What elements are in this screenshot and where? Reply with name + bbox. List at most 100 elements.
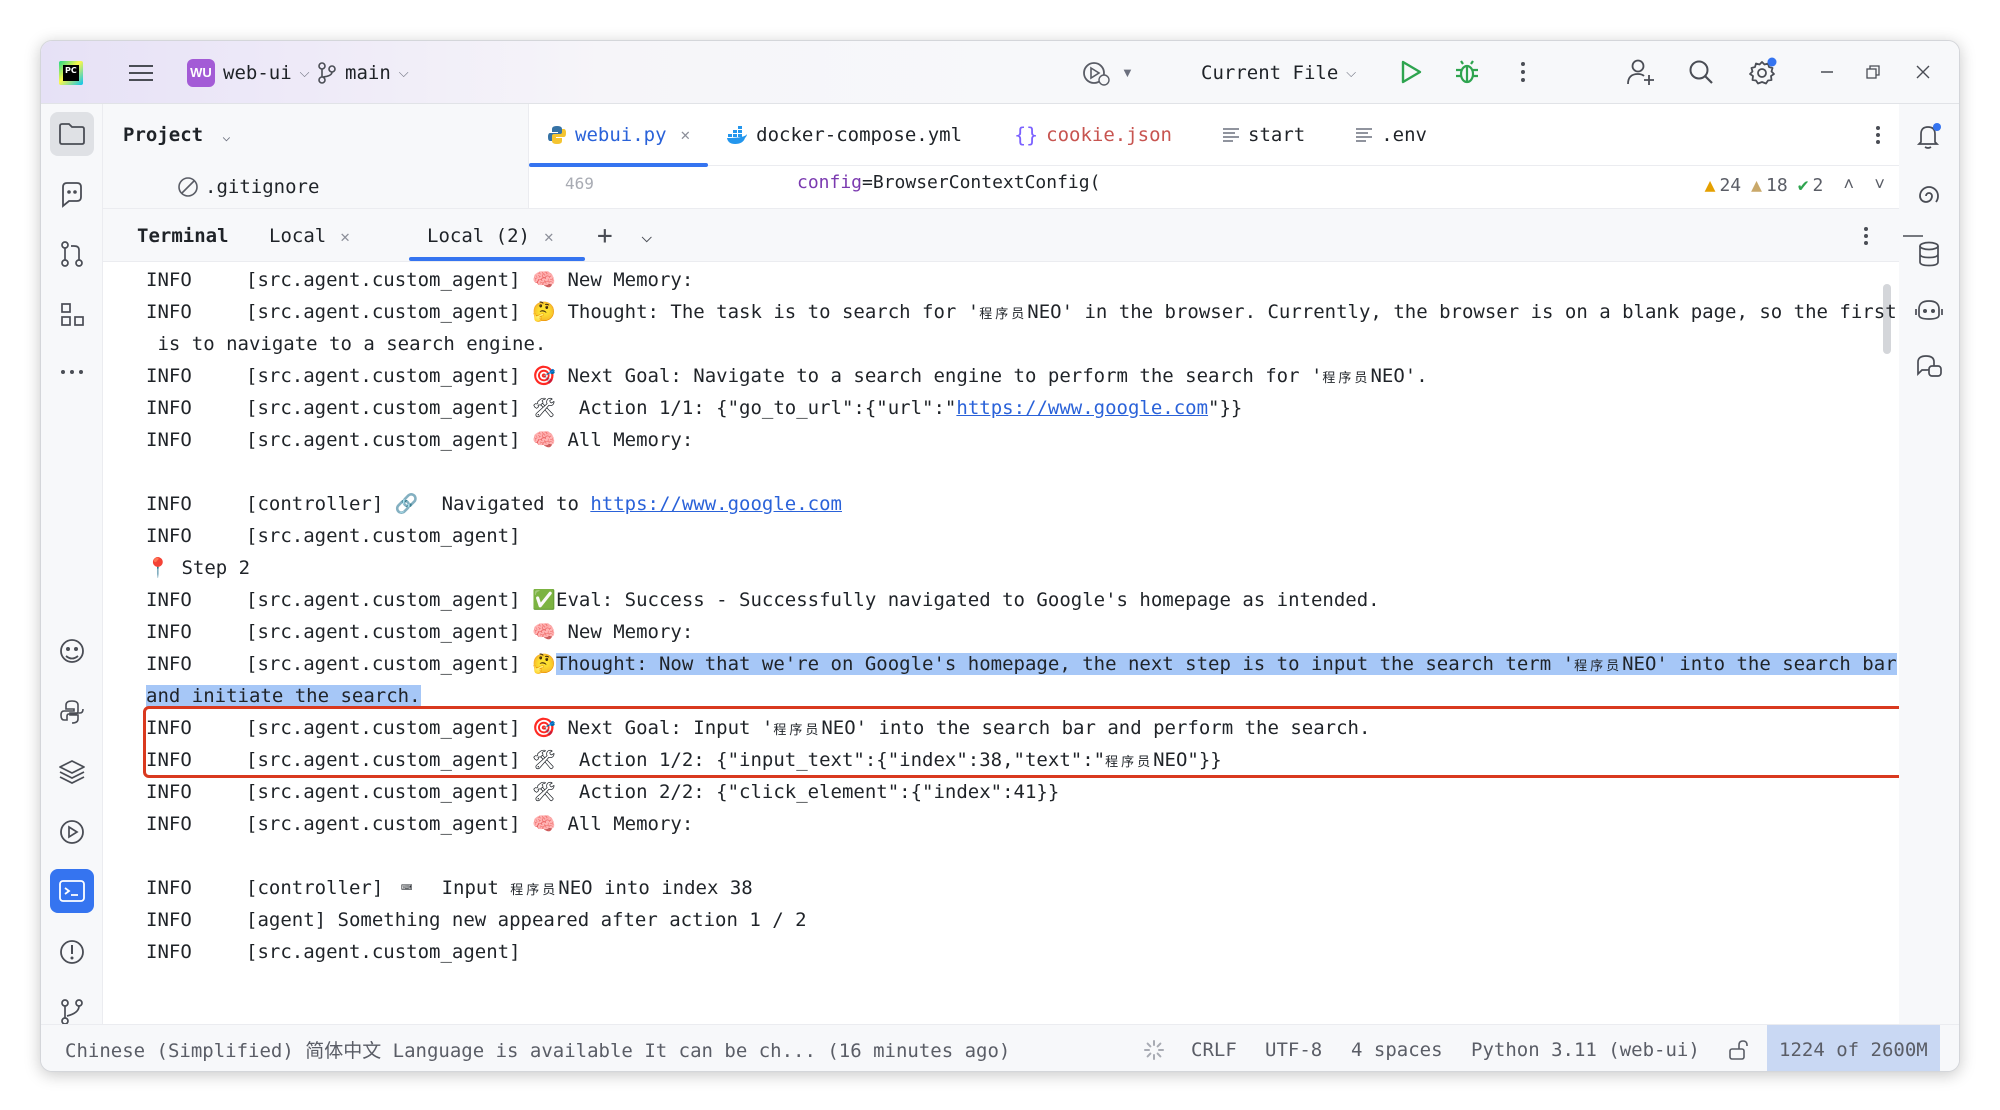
terminal-tool-button[interactable] — [50, 869, 94, 913]
tab-options-button[interactable] — [1857, 104, 1899, 166]
editor-code-line[interactable]: 469 config=BrowserContextConfig( ▲ 24 ▲ 18… — [529, 166, 1899, 208]
code-with-me-button[interactable] — [1621, 52, 1661, 92]
tab-docker-compose[interactable]: docker-compose.yml — [708, 104, 980, 166]
minimize-icon — [1903, 235, 1923, 237]
title-bar: PC WU web-ui ⌵ main ⌵ ▼ Current File ⌵ — [41, 41, 1959, 104]
json-file-icon: {} — [1014, 122, 1039, 147]
python-console-button[interactable] — [50, 690, 94, 734]
read-only-toggle[interactable] — [1727, 1025, 1749, 1071]
spiral-icon — [1919, 186, 1939, 203]
tab-cookie-json[interactable]: {} cookie.json — [996, 104, 1190, 166]
keyboard-icon: ⌨ — [401, 877, 413, 899]
left-tool-strip — [41, 104, 103, 1025]
close-tab-icon[interactable]: ✕ — [544, 227, 554, 246]
run-button[interactable] — [1391, 52, 1431, 92]
unlock-icon — [1729, 1039, 1748, 1060]
url-link[interactable]: https://www.google.com — [590, 493, 842, 515]
terminal-icon — [59, 880, 85, 902]
weak-warning-count: ▲ 18 — [1751, 174, 1788, 196]
code-review-button[interactable] — [1907, 344, 1951, 388]
project-tool-button[interactable] — [50, 112, 94, 156]
status-message[interactable]: Chinese (Simplified) 简体中文 Language is av… — [65, 1025, 1010, 1071]
terminal-output[interactable]: INFO [src.agent.custom_agent] 🧠 New Memor… — [103, 262, 1899, 1024]
settings-button[interactable] — [1743, 52, 1783, 92]
app-logo[interactable]: PC — [59, 41, 95, 104]
terminal-tab-local-2[interactable]: Local (2) ✕ — [427, 209, 554, 263]
new-terminal-tab-button[interactable]: + — [597, 209, 613, 263]
notifications-button[interactable] — [1907, 114, 1951, 158]
project-switcher[interactable]: WU web-ui ⌵ — [187, 41, 310, 104]
brain-icon: 🧠 — [532, 429, 556, 451]
terminal-line: INFO [src.agent.custom_agent] 🛠 Action 2/… — [146, 776, 1059, 808]
terminal-line: INFO [src.agent.custom_agent] ✅Eval: Succ… — [146, 584, 1380, 616]
previous-highlight-icon[interactable]: ˄ — [1843, 174, 1854, 196]
interpreter-widget[interactable]: Python 3.11 (web-ui) — [1471, 1025, 1700, 1071]
run-history-icon — [1083, 61, 1110, 86]
close-tab-icon[interactable]: ✕ — [681, 125, 691, 144]
search-everywhere-button[interactable] — [1681, 52, 1721, 92]
project-badge: WU — [187, 58, 215, 87]
line-separator-widget[interactable]: CRLF — [1191, 1025, 1237, 1071]
pull-requests-icon — [61, 241, 83, 267]
encoding-widget[interactable]: UTF-8 — [1265, 1025, 1322, 1071]
chevron-down-icon: ⌵ — [398, 64, 409, 80]
pycharm-logo-icon: PC — [59, 60, 83, 85]
brain-icon: 🧠 — [532, 269, 556, 291]
copilot-chat-button[interactable] — [1907, 288, 1951, 332]
terminal-title: Terminal — [137, 225, 229, 247]
link-icon: 🔗 — [394, 493, 419, 515]
terminal-line: 📍 Step 2 — [146, 552, 250, 584]
terminal-line: INFO [src.agent.custom_agent] 🧠 All Memor… — [146, 424, 693, 456]
inspection-widget[interactable]: ▲ 24 ▲ 18 ✔ 2 ˄ ˅ — [1705, 174, 1885, 196]
tools-icon: 🛠 — [532, 781, 557, 803]
memory-indicator[interactable]: 1224 of 2600M — [1767, 1025, 1940, 1071]
editor-area: webui.py ✕ docker-compose.yml {} cookie.… — [529, 104, 1899, 208]
restore-icon — [1866, 65, 1880, 79]
gear-icon — [1749, 57, 1777, 85]
structure-tool-button[interactable] — [50, 292, 94, 336]
url-link[interactable]: https://www.google.com — [956, 397, 1208, 419]
close-window-button[interactable] — [1903, 52, 1943, 92]
hamburger-icon — [129, 64, 153, 81]
search-icon — [1689, 60, 1713, 84]
run-widget-button[interactable]: ▼ — [1081, 41, 1134, 104]
close-tab-icon[interactable]: ✕ — [340, 227, 350, 246]
restore-button[interactable] — [1853, 52, 1893, 92]
terminal-dropdown-button[interactable]: ⌵ — [641, 209, 652, 263]
next-highlight-icon[interactable]: ˅ — [1874, 174, 1885, 196]
main-menu-button[interactable] — [121, 41, 161, 104]
branch-switcher[interactable]: main ⌵ — [317, 41, 409, 104]
ai-assistant-icon — [62, 182, 82, 208]
tools-icon: 🛠 — [532, 397, 557, 419]
indent-widget[interactable]: 4 spaces — [1351, 1025, 1443, 1071]
services-tool-button[interactable] — [50, 810, 94, 854]
terminal-tab-local[interactable]: Local ✕ — [269, 209, 350, 263]
debug-button[interactable] — [1447, 52, 1487, 92]
python-packages-button[interactable] — [50, 630, 94, 674]
hide-terminal-button[interactable] — [1903, 209, 1923, 263]
problems-tool-button[interactable] — [50, 930, 94, 974]
text-file-icon — [1355, 127, 1373, 143]
project-tree-item[interactable]: .gitignore — [177, 176, 319, 198]
project-pane-title[interactable]: Project ⌵ — [123, 124, 230, 146]
tab-webui-py[interactable]: webui.py ✕ — [529, 104, 709, 167]
terminal-line: INFO [src.agent.custom_agent] — [146, 941, 521, 963]
more-vertical-icon — [1864, 227, 1868, 245]
play-icon — [1401, 60, 1422, 84]
commit-tool-button[interactable] — [50, 232, 94, 276]
copilot-tool-button[interactable] — [50, 172, 94, 216]
git-branch-icon — [318, 61, 336, 84]
text-file-icon — [1222, 127, 1240, 143]
tab-start[interactable]: start — [1204, 104, 1323, 166]
add-user-icon — [1627, 59, 1654, 85]
terminal-line-selected: INFO [src.agent.custom_agent] 🤔Thought: N… — [146, 648, 1897, 680]
layers-tool-button[interactable] — [50, 750, 94, 794]
more-vertical-icon — [1521, 62, 1525, 82]
minimize-button[interactable] — [1807, 52, 1847, 92]
more-tools-button[interactable] — [50, 350, 94, 394]
tab-env[interactable]: .env — [1337, 104, 1445, 166]
run-config-selector[interactable]: Current File ⌵ — [1201, 41, 1356, 104]
more-actions-button[interactable] — [1503, 52, 1543, 92]
terminal-options-button[interactable] — [1863, 209, 1869, 263]
problems-icon — [60, 940, 84, 964]
